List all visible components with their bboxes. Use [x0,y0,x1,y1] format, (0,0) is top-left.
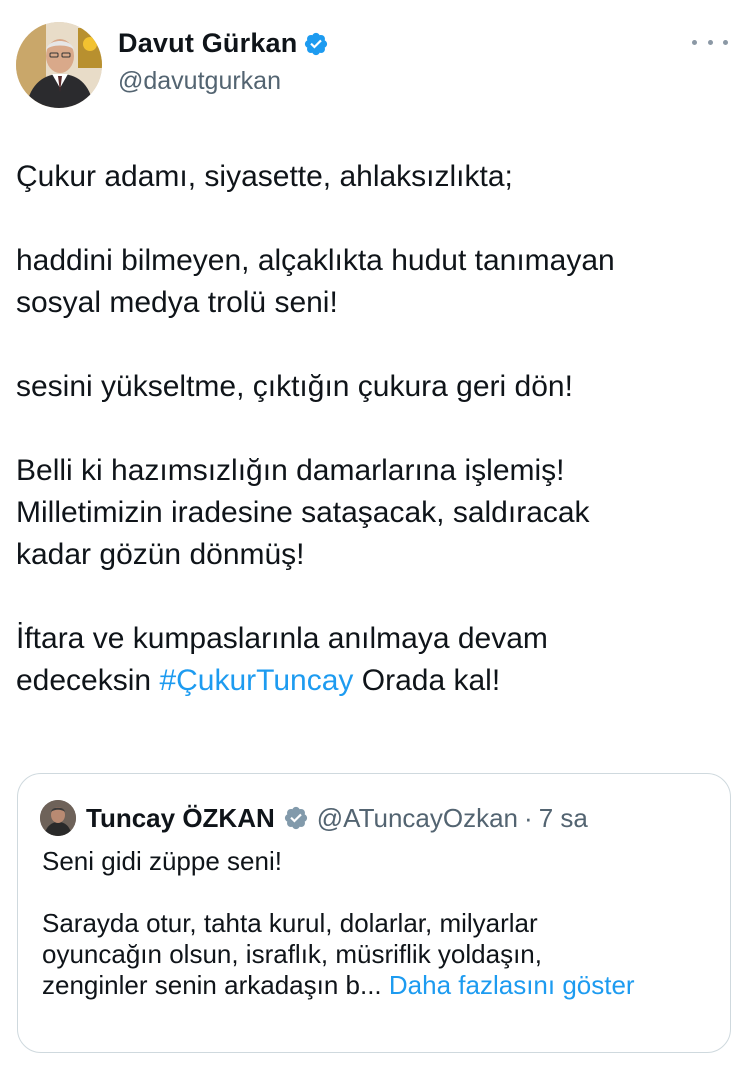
tweet-paragraph: sesini yükseltme, çıktığın çukura geri d… [16,370,573,403]
show-more-link[interactable]: Daha fazlasını göster [389,970,635,1000]
quoted-author-display-name[interactable]: Tuncay ÖZKAN [86,803,275,834]
author-avatar[interactable] [16,22,102,108]
author-display-name[interactable]: Davut Gürkan [118,28,297,59]
quoted-tweet-time[interactable]: 7 sa [539,803,588,834]
separator-dot: · [524,802,533,833]
tweet-paragraph-last: İftara ve kumpaslarınla anılmaya devam e… [16,618,716,702]
tweet-header: Davut Gürkan @davutgurkan [16,22,734,112]
quoted-tweet-paragraph: Seni gidi züppe seni! [42,846,282,876]
more-dot-icon [723,39,728,45]
more-dot-icon [692,39,697,45]
tweet-paragraph: haddini bilmeyen, alçaklıkta hudut tanım… [16,244,615,319]
author-handle[interactable]: @davutgurkan [118,67,329,96]
quoted-tweet-paragraph-truncated: Sarayda otur, tahta kurul, dolarlar, mil… [42,908,712,1001]
tweet-paragraph: Belli ki hazımsızlığın damarlarına işlem… [16,454,590,571]
tweet-text-segment: Orada kal! [353,664,501,697]
tweet-body: Çukur adamı, siyasette, ahlaksızlıkta; h… [16,156,716,702]
quoted-author-avatar[interactable] [40,800,76,836]
hashtag-link[interactable]: #ÇukurTuncay [159,664,353,697]
quoted-author-handle[interactable]: @ATuncayOzkan [317,803,518,834]
verified-badge-icon [284,806,307,830]
quoted-tweet-body: Seni gidi züppe seni! Sarayda otur, taht… [42,846,712,1001]
tweet-paragraph: Çukur adamı, siyasette, ahlaksızlıkta; [16,160,513,193]
quoted-tweet-header: Tuncay ÖZKAN @ATuncayOzkan · 7 sa [40,800,588,836]
author-names: Davut Gürkan @davutgurkan [118,28,329,96]
more-dot-icon [707,39,713,45]
more-options-button[interactable] [692,32,728,52]
verified-badge-icon [305,32,328,55]
quoted-tweet-card[interactable]: Tuncay ÖZKAN @ATuncayOzkan · 7 sa Seni g… [17,773,731,1053]
